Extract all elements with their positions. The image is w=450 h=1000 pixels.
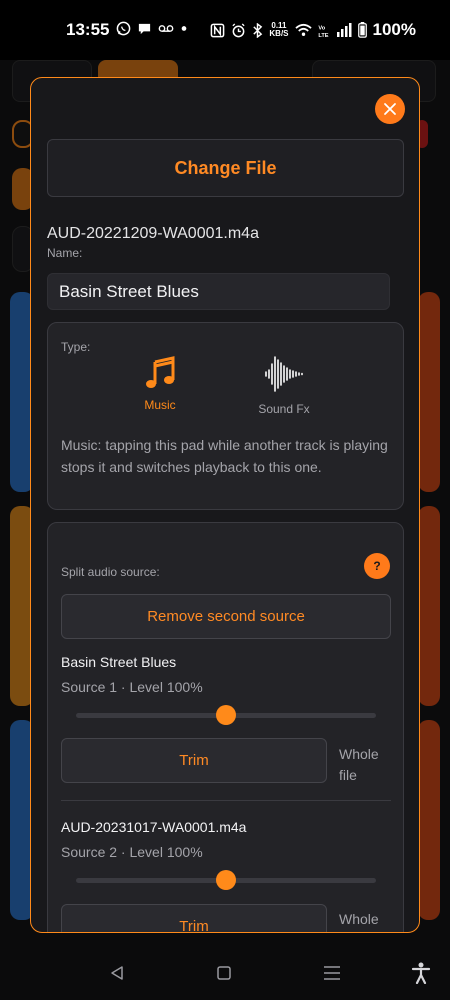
close-icon: [384, 103, 396, 115]
type-label: Type:: [61, 340, 91, 354]
source-1-trim-button[interactable]: Trim: [61, 738, 327, 783]
status-time: 13:55: [66, 20, 110, 39]
back-icon: [111, 966, 123, 980]
battery-percent: 100%: [372, 20, 416, 39]
wifi-icon: [294, 23, 312, 36]
type-description: Music: tapping this pad while another tr…: [61, 437, 388, 475]
svg-text:LTE: LTE: [318, 33, 328, 38]
source-divider: [61, 800, 391, 801]
back-button[interactable]: [104, 960, 130, 986]
close-button[interactable]: [375, 94, 405, 124]
recents-button[interactable]: [319, 960, 345, 986]
voicemail-icon: [158, 25, 174, 32]
remove-second-source-button[interactable]: Remove second source: [61, 594, 391, 639]
notification-icons: [116, 21, 188, 36]
recents-icon: [324, 966, 340, 980]
type-option-sound-fx-label: Sound Fx: [258, 402, 310, 416]
status-bar: 13:55 0.11 KB/S Vo LTE 100%: [0, 0, 450, 60]
type-card: Type: Music Sound Fx Music: tapping this…: [47, 322, 404, 510]
whatsapp-icon: [116, 21, 131, 36]
source-1-level-slider[interactable]: [76, 703, 376, 727]
name-input[interactable]: Basin Street Blues: [47, 273, 390, 310]
source-2-level-slider[interactable]: [76, 868, 376, 892]
bluetooth-icon: [253, 22, 263, 38]
source-2-level-text: Source 2 · Level 100%: [61, 844, 203, 860]
source-2-range-label: Whole file: [339, 911, 379, 927]
signal-icon: [336, 23, 352, 37]
dot-icon: [181, 26, 187, 31]
music-note-icon: [146, 356, 175, 388]
waveform-icon: [265, 356, 303, 392]
slider-thumb[interactable]: [216, 870, 236, 890]
chat-icon: [138, 23, 151, 35]
slider-thumb[interactable]: [216, 705, 236, 725]
network-speed-unit: KB/S: [269, 29, 289, 38]
screen: 13:55 0.11 KB/S Vo LTE 100% Change File …: [0, 0, 450, 1000]
nfc-icon: [211, 23, 225, 37]
edit-pad-dialog: Change File AUD-20221209-WA0001.m4a Name…: [30, 77, 420, 933]
svg-text:Vo: Vo: [318, 25, 325, 31]
file-name: AUD-20221209-WA0001.m4a: [47, 225, 259, 242]
home-button[interactable]: [211, 960, 237, 986]
type-option-sound-fx[interactable]: Sound Fx: [244, 354, 324, 416]
source-1-level-text: Source 1 · Level 100%: [61, 679, 203, 695]
change-file-button[interactable]: Change File: [47, 139, 404, 197]
name-label: Name:: [47, 246, 83, 260]
split-audio-label: Split audio source:: [61, 565, 160, 579]
volte-icon: Vo LTE: [318, 25, 328, 38]
alarm-icon: [232, 22, 246, 37]
system-icons: 0.11 KB/S Vo LTE 100%: [210, 20, 416, 40]
network-speed: 0.11 KB/S: [269, 22, 288, 38]
navigation-bar: [0, 946, 450, 1000]
source-2-trim-button[interactable]: Trim: [61, 904, 327, 932]
source-2-title: AUD-20231017-WA0001.m4a: [61, 819, 247, 835]
battery-icon: [357, 22, 367, 38]
type-option-music[interactable]: Music: [120, 356, 200, 412]
source-1-title: Basin Street Blues: [61, 654, 177, 670]
source-1-range-label: Whole file: [339, 746, 379, 783]
split-audio-card: Split audio source: ? Remove second sour…: [47, 522, 404, 932]
home-icon: [217, 966, 231, 980]
accessibility-icon: [411, 962, 431, 984]
help-button[interactable]: ?: [364, 553, 390, 579]
accessibility-button[interactable]: [408, 960, 434, 986]
type-option-music-label: Music: [144, 398, 176, 412]
